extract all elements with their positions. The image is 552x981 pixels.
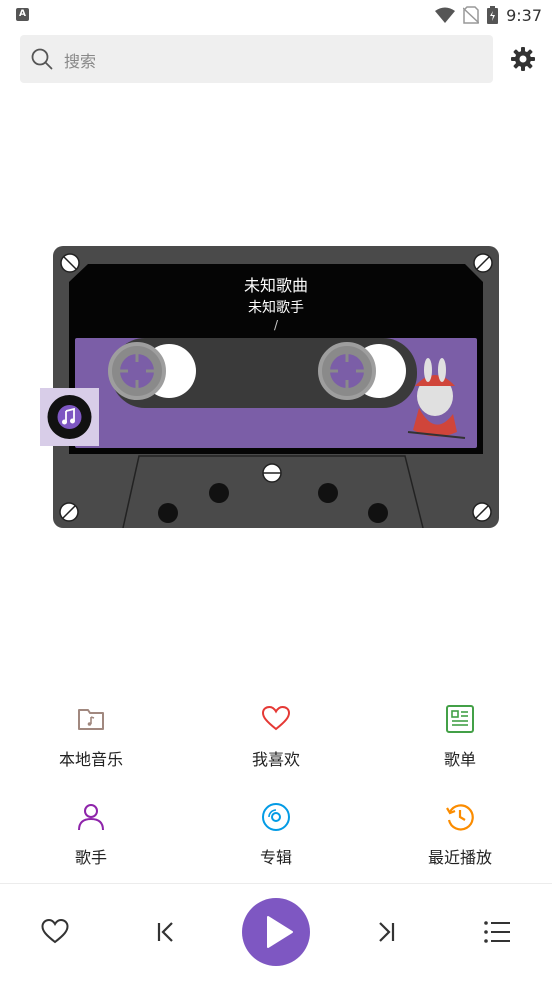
playback-time: / bbox=[273, 318, 279, 332]
next-icon[interactable] bbox=[375, 921, 397, 943]
history-icon bbox=[446, 804, 474, 831]
battery-icon bbox=[487, 6, 499, 24]
music-note-icon bbox=[47, 395, 92, 439]
menu-local-music[interactable]: 本地音乐 bbox=[16, 704, 166, 770]
album-thumbnail[interactable] bbox=[40, 388, 99, 446]
play-icon bbox=[267, 916, 293, 948]
search-icon bbox=[31, 48, 53, 70]
menu-favorites[interactable]: 我喜欢 bbox=[201, 704, 351, 770]
menu-playlists[interactable]: 歌单 bbox=[385, 704, 535, 770]
queue-icon[interactable] bbox=[484, 920, 510, 944]
menu-label: 本地音乐 bbox=[58, 750, 123, 769]
menu-label: 歌手 bbox=[74, 848, 107, 867]
menu-label: 我喜欢 bbox=[251, 750, 300, 769]
search-placeholder: 搜索 bbox=[64, 52, 97, 71]
menu-label: 专辑 bbox=[259, 848, 292, 867]
play-button[interactable] bbox=[242, 898, 310, 966]
menu-label: 歌单 bbox=[443, 750, 476, 769]
song-title: 未知歌曲 bbox=[243, 276, 308, 295]
previous-icon[interactable] bbox=[155, 921, 177, 943]
person-icon bbox=[78, 804, 104, 831]
song-artist: 未知歌手 bbox=[248, 300, 304, 316]
no-sim-icon bbox=[463, 6, 480, 24]
menu-artists[interactable]: 歌手 bbox=[16, 802, 166, 868]
menu-label: 最近播放 bbox=[427, 848, 492, 867]
playlist-icon bbox=[446, 705, 474, 733]
search-bar[interactable]: 搜索 bbox=[20, 35, 493, 83]
gear-icon[interactable] bbox=[510, 46, 536, 72]
folder-music-icon bbox=[78, 709, 104, 730]
divider bbox=[0, 883, 552, 884]
menu-albums[interactable]: 专辑 bbox=[201, 802, 351, 868]
status-bar: A 9:37 bbox=[0, 0, 552, 30]
notification-icon: A bbox=[16, 8, 29, 21]
menu-recent[interactable]: 最近播放 bbox=[385, 802, 535, 868]
wifi-icon bbox=[435, 7, 456, 23]
status-icons: 9:37 bbox=[435, 4, 542, 26]
heart-icon bbox=[261, 705, 291, 731]
clock: 9:37 bbox=[506, 5, 542, 25]
heart-icon[interactable] bbox=[41, 918, 69, 944]
album-icon bbox=[262, 803, 290, 831]
